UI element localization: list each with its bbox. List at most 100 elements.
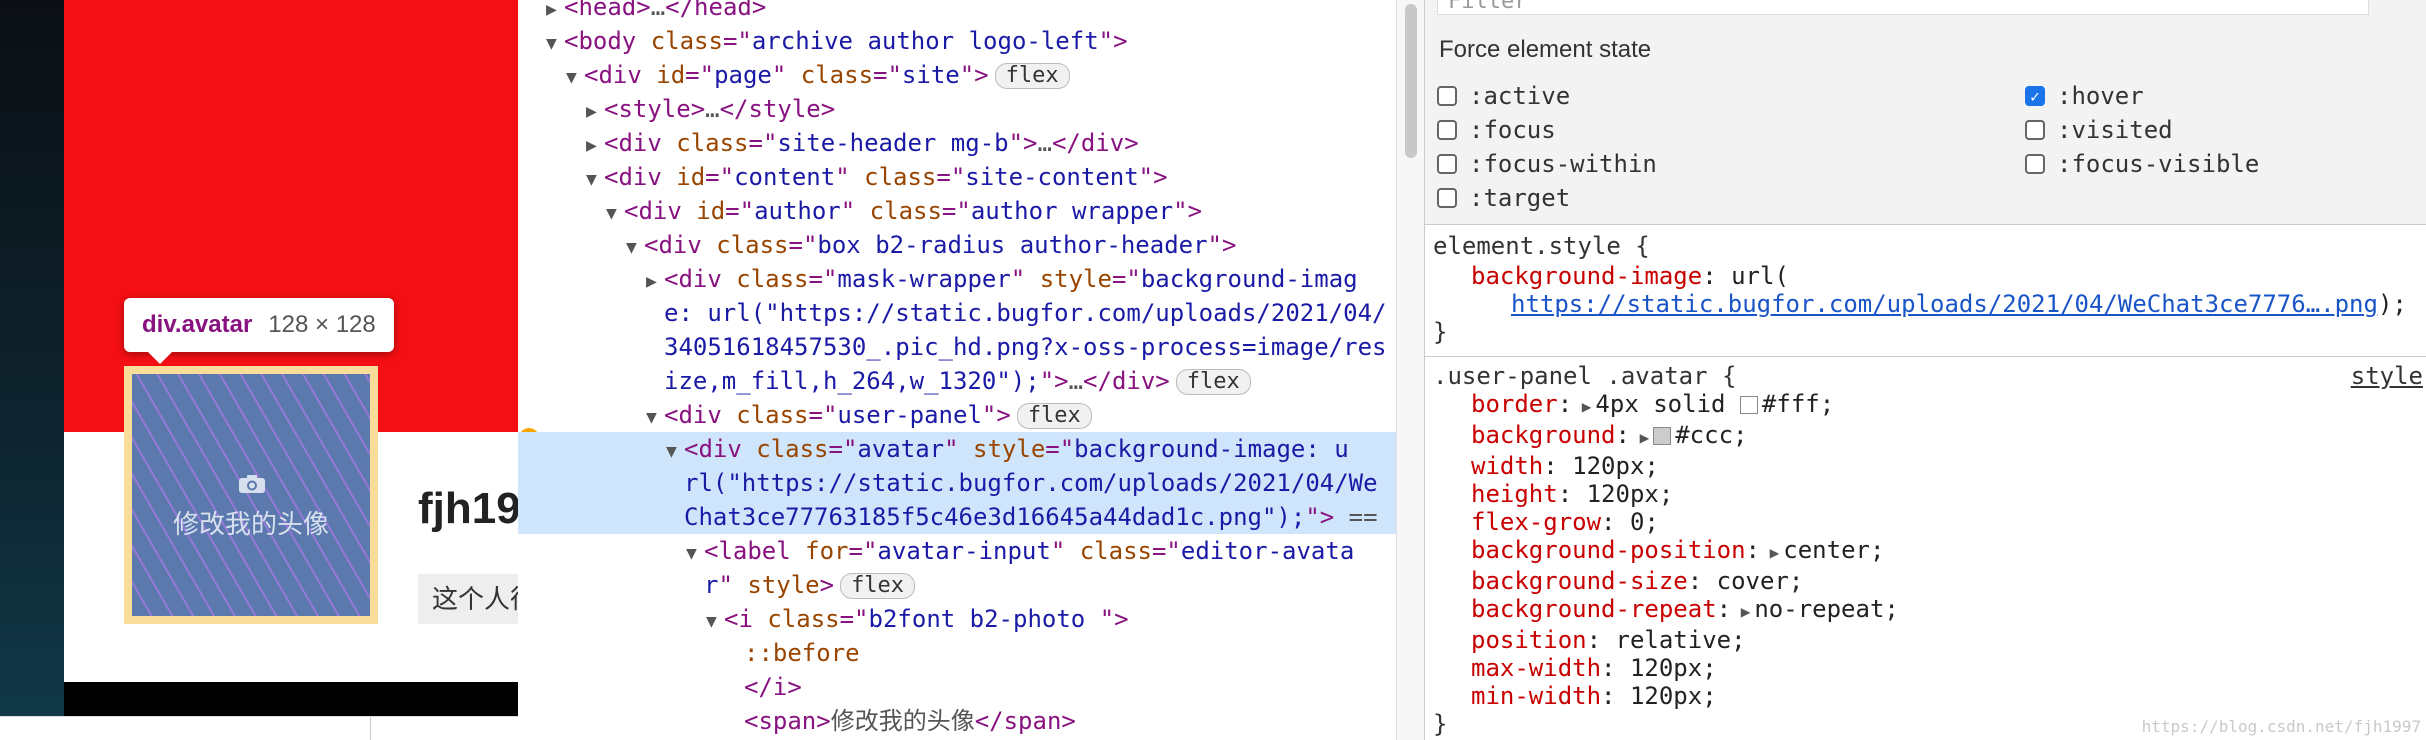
expand-arrow-icon[interactable]: ▶	[1630, 428, 1650, 447]
expand-triangle-icon[interactable]: ▼	[606, 197, 624, 231]
color-swatch-icon[interactable]	[1653, 427, 1672, 445]
css-declaration[interactable]: flex-grow: 0;	[1425, 508, 2426, 536]
css-declaration[interactable]: width: 120px;	[1425, 452, 2426, 480]
dom-line[interactable]: e: url("https://static.bugfor.com/upload…	[664, 296, 1386, 330]
css-declaration[interactable]: border: ▶ 4px solid #fff;	[1425, 390, 2426, 421]
expand-triangle-icon[interactable]: ▼	[546, 27, 564, 61]
expand-triangle-icon[interactable]: ▼	[646, 401, 664, 435]
css-value[interactable]: 4px solid	[1595, 390, 1740, 418]
expand-triangle-icon[interactable]: ▶	[586, 95, 604, 129]
dom-line[interactable]: rl("https://static.bugfor.com/uploads/20…	[518, 466, 1396, 500]
dom-line[interactable]: ▼ <div id="page" class="site"> flex	[566, 58, 1070, 92]
dom-line[interactable]: ▼ <body class="archive author logo-left">	[546, 24, 1128, 58]
css-property[interactable]: background-position	[1471, 536, 1746, 564]
elements-scrollbar[interactable]	[1396, 0, 1425, 740]
flex-badge[interactable]: flex	[1175, 369, 1251, 395]
expand-triangle-icon[interactable]: ▶	[646, 265, 664, 299]
dom-line[interactable]: ▼ <div id="author" class="author wrapper"…	[606, 194, 1202, 228]
dom-line[interactable]: ▼ <label for="avatar-input" class="editor…	[686, 534, 1354, 568]
css-property[interactable]: max-width	[1471, 654, 1601, 682]
css-property[interactable]: background-repeat	[1471, 595, 1717, 623]
dom-line[interactable]: r" style> flex	[704, 568, 916, 602]
avatar-edit-label[interactable]: 修改我的头像	[132, 504, 370, 541]
state-checkbox[interactable]: :active	[1437, 82, 1570, 110]
checkbox-icon[interactable]	[2025, 120, 2045, 140]
css-declaration[interactable]: background-position: ▶ center;	[1425, 536, 2426, 567]
css-declaration[interactable]: background-repeat: ▶ no-repeat;	[1425, 595, 2426, 626]
element-style-selector[interactable]: element.style {	[1425, 232, 2426, 260]
css-property[interactable]: position	[1471, 626, 1587, 654]
avatar-highlight[interactable]: 修改我的头像	[124, 366, 378, 624]
dom-line[interactable]: <span>修改我的头像</span>	[726, 704, 1076, 738]
expand-arrow-icon[interactable]: ▶	[1731, 602, 1751, 621]
expand-arrow-icon[interactable]: ▶	[1572, 397, 1592, 416]
css-property[interactable]: background	[1471, 421, 1616, 449]
css-value[interactable]: center;	[1783, 536, 1884, 564]
css-property[interactable]: border	[1471, 390, 1558, 418]
css-value[interactable]: 120px;	[1630, 682, 1717, 710]
avatar-rule[interactable]: .user-panel .avatar { style border: ▶ 4px…	[1425, 362, 2426, 738]
dom-line[interactable]: ▶ <head>…</head>	[546, 0, 766, 24]
dom-line[interactable]: ::before	[726, 636, 860, 670]
color-swatch-icon[interactable]	[1739, 396, 1758, 414]
dom-line[interactable]: ize,m_fill,h_264,w_1320");">…</div> flex	[664, 364, 1251, 398]
flex-badge[interactable]: flex	[994, 63, 1070, 89]
checkbox-checked-icon[interactable]: ✓	[2025, 86, 2045, 106]
dom-line[interactable]: ▼ <div id="content" class="site-content">	[586, 160, 1168, 194]
expand-triangle-icon[interactable]: ▼	[626, 231, 644, 265]
expand-triangle-icon[interactable]: ▼	[706, 605, 724, 639]
dom-line[interactable]: ▼ <div class="box b2-radius author-header…	[626, 228, 1236, 262]
checkbox-icon[interactable]	[1437, 188, 1457, 208]
expand-triangle-icon[interactable]: ▼	[586, 163, 604, 197]
dom-line[interactable]: ▶ <style>…</style>	[586, 92, 835, 126]
css-value[interactable]: 120px;	[1587, 480, 1674, 508]
checkbox-icon[interactable]	[1437, 120, 1457, 140]
scrollbar-thumb[interactable]	[1405, 4, 1417, 158]
expand-triangle-icon[interactable]: ▶	[546, 0, 564, 27]
css-color-value[interactable]: #ccc;	[1675, 421, 1747, 449]
flex-badge[interactable]: flex	[1016, 403, 1092, 429]
css-property[interactable]: min-width	[1471, 682, 1601, 710]
css-value[interactable]: no-repeat;	[1754, 595, 1899, 623]
dom-line[interactable]: ▼ <div class="user-panel"> flex	[646, 398, 1092, 432]
expand-triangle-icon[interactable]: ▼	[566, 61, 584, 95]
css-value[interactable]: 120px;	[1572, 452, 1659, 480]
element-style-prop[interactable]: background-image	[1471, 262, 1702, 290]
dom-line[interactable]: Chat3ce77763185f5c46e3d16645a44dad1c.png…	[518, 500, 1396, 534]
avatar[interactable]: 修改我的头像	[132, 374, 370, 616]
filter-input[interactable]: Filter	[1437, 0, 2369, 15]
checkbox-icon[interactable]	[1437, 154, 1457, 174]
avatar-rule-selector[interactable]: .user-panel .avatar {	[1433, 362, 1736, 390]
dom-line[interactable]: ▶ <div class="site-header mg-b">…</div>	[586, 126, 1139, 160]
expand-arrow-icon[interactable]: ▶	[1760, 543, 1780, 562]
state-checkbox[interactable]: ✓:hover	[2025, 82, 2144, 110]
expand-triangle-icon[interactable]: ▼	[666, 435, 684, 469]
rule-source-link[interactable]: style	[2351, 362, 2423, 390]
expand-triangle-icon[interactable]: ▶	[586, 129, 604, 163]
element-style-rule[interactable]: element.style { background-image: url( h…	[1425, 232, 2426, 346]
css-declaration[interactable]: max-width: 120px;	[1425, 654, 2426, 682]
checkbox-icon[interactable]	[1437, 86, 1457, 106]
css-property[interactable]: width	[1471, 452, 1543, 480]
state-checkbox[interactable]: :focus-within	[1437, 150, 1657, 178]
flex-badge[interactable]: flex	[840, 573, 916, 599]
state-checkbox[interactable]: :focus	[1437, 116, 1556, 144]
css-property[interactable]: flex-grow	[1471, 508, 1601, 536]
dom-line[interactable]: 34051618457530_.pic_hd.png?x-oss-process…	[664, 330, 1386, 364]
css-declaration[interactable]: height: 120px;	[1425, 480, 2426, 508]
checkbox-icon[interactable]	[2025, 154, 2045, 174]
css-declaration[interactable]: position: relative;	[1425, 626, 2426, 654]
css-property[interactable]: height	[1471, 480, 1558, 508]
css-declaration[interactable]: min-width: 120px;	[1425, 682, 2426, 710]
css-value[interactable]: cover;	[1717, 567, 1804, 595]
styles-panel[interactable]: Filter Force element state :active ✓:hove…	[1424, 0, 2426, 740]
css-value[interactable]: relative;	[1616, 626, 1746, 654]
state-checkbox[interactable]: :target	[1437, 184, 1570, 212]
avatar-rule-declarations[interactable]: border: ▶ 4px solid #fff; background: ▶ #cc…	[1425, 390, 2426, 710]
dom-line[interactable]: ▼ <i class="b2font b2-photo ">	[706, 602, 1129, 636]
dom-line[interactable]: ▶ <div class="mask-wrapper" style="backgr…	[646, 262, 1358, 296]
css-color-value[interactable]: #fff;	[1762, 390, 1834, 418]
state-checkbox[interactable]: :visited	[2025, 116, 2173, 144]
dom-line[interactable]: ▼ <div class="avatar" style="background-i…	[518, 432, 1396, 466]
css-value[interactable]: 120px;	[1630, 654, 1717, 682]
